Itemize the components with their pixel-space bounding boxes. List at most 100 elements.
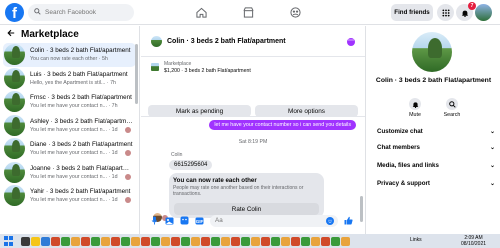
app-icon[interactable] — [151, 236, 160, 246]
chat-item-ashley[interactable]: Ashley · 3 beds 2 bath Flat/apartment Yo… — [0, 114, 139, 138]
app-icon[interactable] — [111, 236, 120, 246]
media-files-row[interactable]: Media, files and links ⌄ — [377, 159, 495, 171]
chrome-icon[interactable] — [131, 236, 140, 246]
privacy-support-label: Privacy & support — [377, 179, 430, 187]
chat-item-frnsc[interactable]: Frnsc · 3 beds 2 bath Flat/apartment You… — [0, 90, 139, 114]
seen-avatar — [125, 173, 131, 180]
bell-icon — [409, 98, 421, 110]
chat-item-luis[interactable]: Luis · 3 beds 2 bath Flat/apartment Hell… — [0, 67, 139, 91]
app-icon[interactable] — [331, 236, 340, 246]
marketplace-icon[interactable] — [240, 4, 257, 21]
app-icon[interactable] — [241, 236, 250, 246]
app-icon[interactable] — [261, 236, 270, 246]
app-icon[interactable] — [231, 236, 240, 246]
microphone-icon[interactable] — [150, 216, 159, 225]
message-input-box[interactable] — [210, 214, 338, 227]
chat-name: Joanne · 3 beds 2 bath Flat/apartment — [30, 164, 134, 172]
svg-text:GIF: GIF — [196, 219, 204, 224]
bell-icon — [461, 10, 468, 17]
file-explorer-icon[interactable] — [31, 236, 40, 246]
message-input[interactable] — [215, 217, 325, 224]
chat-name: Colin · 3 beds 2 bath Flat/apartment — [30, 47, 131, 55]
clock[interactable]: 2:09 AM 08/10/2021 — [461, 235, 486, 247]
main-nav — [193, 4, 304, 21]
chevron-down-icon: ⌄ — [489, 180, 495, 187]
chat-item-colin[interactable]: Colin · 3 beds 2 bath Flat/apartment You… — [3, 43, 136, 67]
chrome-icon[interactable] — [341, 236, 350, 246]
chat-thumbnail — [4, 67, 25, 89]
app-icon[interactable] — [61, 236, 70, 246]
sidebar-header: Marketplace — [0, 26, 139, 43]
privacy-support-row[interactable]: Privacy & support ⌄ — [377, 177, 495, 189]
back-arrow-icon[interactable] — [7, 29, 15, 40]
sticker-icon[interactable] — [180, 216, 189, 225]
chat-preview: Hello, yes the Apartment is stil... · 7h — [30, 79, 116, 86]
app-icon[interactable] — [271, 236, 280, 246]
chat-members-row[interactable]: Chat members ⌄ — [377, 141, 495, 153]
seen-avatar — [125, 197, 131, 203]
app-icon[interactable] — [301, 236, 310, 246]
chrome-icon[interactable] — [251, 236, 260, 246]
chat-list-sidebar: Marketplace Colin · 3 beds 2 bath Flat/a… — [0, 26, 140, 234]
listing-thumbnail[interactable] — [151, 63, 159, 71]
chat-thumbnail — [4, 161, 25, 183]
clock-date: 08/10/2021 — [461, 241, 487, 247]
app-icon[interactable] — [141, 236, 150, 246]
app-icon[interactable] — [171, 236, 180, 246]
search-input[interactable] — [45, 9, 133, 16]
chrome-icon[interactable] — [221, 236, 230, 246]
chrome-icon[interactable] — [311, 236, 320, 246]
seen-avatar — [125, 150, 131, 156]
emoji-icon[interactable] — [326, 216, 334, 225]
chat-item-diane[interactable]: Diane · 3 beds 2 bath Flat/apartment You… — [0, 137, 139, 161]
photo-icon[interactable] — [165, 216, 174, 225]
search-label: Search — [443, 112, 461, 118]
chat-item-joanne[interactable]: Joanne · 3 beds 2 bath Flat/apartment Yo… — [0, 161, 139, 185]
home-icon[interactable] — [193, 4, 210, 21]
chrome-icon[interactable] — [71, 236, 80, 246]
mute-button[interactable]: Mute — [404, 98, 426, 118]
chat-name: Ashley · 3 beds 2 bath Flat/apartment — [30, 117, 134, 125]
app-icon[interactable] — [91, 236, 100, 246]
chrome-icon[interactable] — [101, 236, 110, 246]
message-timestamp: Sat 8:19 PM — [238, 139, 268, 145]
chrome-icon[interactable] — [281, 236, 290, 246]
conversation-avatar[interactable] — [151, 35, 162, 47]
profile-photo[interactable] — [412, 32, 452, 72]
find-friends-button[interactable]: Find friends — [391, 4, 433, 21]
app-icon[interactable] — [41, 236, 50, 246]
app-icon[interactable] — [291, 236, 300, 246]
notifications-button[interactable]: 7 — [456, 2, 476, 21]
groups-icon[interactable] — [287, 4, 304, 21]
chrome-icon[interactable] — [191, 236, 200, 246]
chat-thumbnail — [4, 44, 25, 66]
app-icon[interactable] — [81, 236, 90, 246]
conversation-title[interactable]: Colin · 3 beds 2 bath Flat/apartment — [167, 38, 286, 45]
app-icon[interactable] — [51, 236, 60, 246]
facebook-logo[interactable]: f — [5, 3, 24, 22]
seen-avatar — [125, 126, 131, 133]
chat-preview: You let me have your contact n... · 1d — [30, 150, 118, 157]
account-avatar[interactable] — [475, 4, 492, 21]
chrome-icon[interactable] — [161, 236, 170, 246]
sidebar-scrollbar[interactable] — [135, 44, 138, 104]
thumbs-up-icon[interactable] — [344, 216, 353, 225]
chat-item-yahir[interactable]: Yahir · 3 beds 2 bath Flat/apartment You… — [0, 184, 139, 208]
app-icon[interactable] — [121, 236, 130, 246]
app-icon[interactable] — [201, 236, 210, 246]
start-button[interactable] — [4, 236, 14, 246]
search-conversation-button[interactable]: Search — [441, 98, 463, 118]
menu-grid-button[interactable] — [437, 4, 454, 21]
customize-chat-row[interactable]: Customize chat ⌄ — [377, 125, 495, 137]
app-icon[interactable] — [181, 236, 190, 246]
taskbar-apps — [21, 236, 350, 246]
app-icon[interactable] — [211, 236, 220, 246]
gif-icon[interactable]: GIF — [195, 216, 204, 225]
search-box[interactable] — [28, 4, 134, 21]
conversation-info-icon[interactable]: ⋯ — [347, 38, 355, 46]
listing-detail[interactable]: $1,200 · 3 beds 2 bath Flat/apartment — [164, 68, 251, 74]
search-taskbar-icon[interactable] — [21, 236, 30, 246]
links-toolbar[interactable]: Links — [410, 237, 422, 243]
app-icon[interactable] — [321, 236, 330, 246]
conversation-panel: Colin · 3 beds 2 bath Flat/apartment ⋯ M… — [141, 26, 365, 234]
